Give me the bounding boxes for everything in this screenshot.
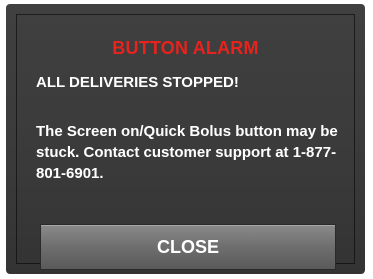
device-frame: BUTTON ALARM ALL DELIVERIES STOPPED! The… xyxy=(0,0,373,279)
alarm-headline: ALL DELIVERIES STOPPED! xyxy=(36,74,239,91)
alarm-title: BUTTON ALARM xyxy=(112,38,259,58)
alarm-screen: BUTTON ALARM ALL DELIVERIES STOPPED! The… xyxy=(6,4,365,274)
close-button[interactable]: CLOSE xyxy=(40,224,336,270)
close-button-label: CLOSE xyxy=(156,236,219,257)
alarm-message: The Screen on/Quick Bolus button may be … xyxy=(36,123,338,182)
